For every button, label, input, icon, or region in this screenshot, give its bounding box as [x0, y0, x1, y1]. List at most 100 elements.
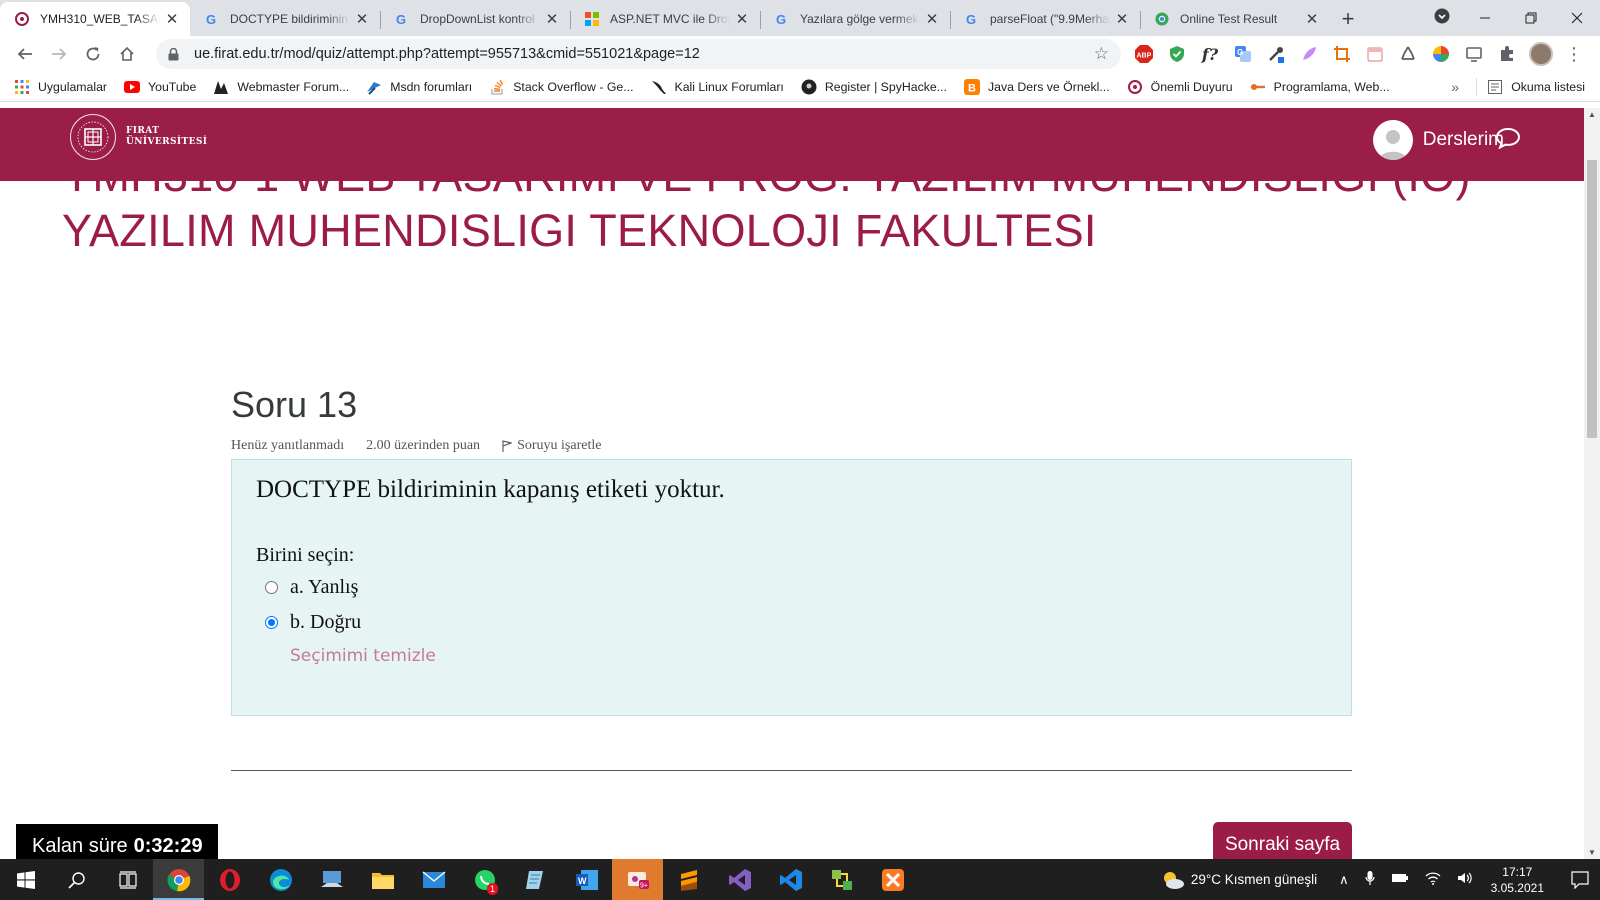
browser-menu-icon[interactable]: ⋮	[1564, 45, 1584, 63]
back-icon[interactable]	[8, 39, 42, 69]
university-logo[interactable]: FIRAT ÜNİVERSİTESİ	[70, 114, 207, 160]
sublime-icon[interactable]	[663, 859, 714, 900]
search-icon[interactable]	[51, 859, 102, 900]
bookmarks-overflow-button[interactable]: »	[1440, 79, 1470, 95]
address-bar[interactable]: ue.firat.edu.tr/mod/quiz/attempt.php?att…	[156, 39, 1121, 69]
microphone-icon[interactable]	[1365, 870, 1375, 889]
clear-choice-link[interactable]: Seçimimi temizle	[290, 646, 1327, 666]
calendar-icon[interactable]	[1364, 43, 1386, 65]
weather-widget[interactable]: 29°C Kısmen güneşli	[1161, 870, 1317, 890]
tab-search-icon[interactable]	[1422, 8, 1462, 29]
bookmark-youtube[interactable]: YouTube	[124, 79, 196, 95]
translate-icon[interactable]: G	[1232, 43, 1254, 65]
cast-icon[interactable]	[1463, 43, 1485, 65]
chrome-icon[interactable]	[153, 859, 204, 900]
tab-ymh310[interactable]: YMH310_WEB_TASARI ✕	[0, 2, 190, 36]
close-tab-icon[interactable]: ✕	[924, 10, 940, 28]
vscode-icon[interactable]	[765, 859, 816, 900]
bookmark-java[interactable]: B Java Ders ve Örnekl...	[963, 78, 1110, 95]
abp-icon[interactable]: ABP	[1133, 43, 1155, 65]
close-tab-icon[interactable]: ✕	[164, 10, 180, 28]
scroll-thumb[interactable]	[1587, 160, 1597, 438]
tab-title: Yazılara gölge vermek	[800, 12, 919, 26]
close-tab-icon[interactable]: ✕	[734, 10, 750, 28]
option-b-label[interactable]: b. Doğru	[290, 611, 361, 634]
snip-icon[interactable]: 9+	[612, 859, 663, 900]
shield-icon[interactable]	[1166, 43, 1188, 65]
whatsapp-icon[interactable]: 1	[459, 859, 510, 900]
tab-yazilara[interactable]: G Yazılara gölge vermek ✕	[760, 2, 950, 36]
radio-option-a[interactable]	[265, 581, 278, 594]
answer-option-b[interactable]: b. Doğru	[256, 608, 1327, 637]
feather-icon[interactable]	[1298, 43, 1320, 65]
radio-option-b[interactable]	[265, 616, 278, 629]
bookmark-star-icon[interactable]: ☆	[1094, 44, 1109, 64]
profile-avatar[interactable]	[1529, 42, 1553, 66]
messages-icon[interactable]	[1495, 127, 1521, 154]
answer-option-a[interactable]: a. Yanlış	[256, 573, 1327, 602]
close-tab-icon[interactable]: ✕	[1114, 10, 1130, 28]
volume-icon[interactable]	[1457, 871, 1473, 888]
network-icon[interactable]	[816, 859, 867, 900]
lock-icon[interactable]	[168, 47, 186, 61]
show-hidden-icons-icon[interactable]: ∧	[1339, 872, 1349, 888]
user-avatar[interactable]	[1372, 120, 1413, 160]
minimize-icon[interactable]	[1462, 0, 1508, 36]
formula-icon[interactable]: f?	[1199, 43, 1221, 65]
system-clock[interactable]: 17:17 3.05.2021	[1491, 864, 1544, 896]
scroll-up-icon[interactable]: ▲	[1584, 110, 1600, 119]
bookmark-programlama[interactable]: Programlama, Web...	[1250, 79, 1390, 95]
my-courses-link[interactable]: Derslerim	[1423, 129, 1504, 151]
puzzle-icon[interactable]	[1496, 43, 1518, 65]
close-tab-icon[interactable]: ✕	[1304, 10, 1320, 28]
home-icon[interactable]	[110, 39, 144, 69]
bookmark-msdn[interactable]: Msdn forumları	[366, 79, 472, 95]
forward-icon[interactable]	[42, 39, 76, 69]
programlama-icon	[1250, 79, 1266, 95]
crop-icon[interactable]	[1331, 43, 1353, 65]
opera-icon[interactable]	[204, 859, 255, 900]
word-icon[interactable]: W	[561, 859, 612, 900]
remote-desktop-icon[interactable]	[306, 859, 357, 900]
scroll-down-icon[interactable]: ▼	[1584, 848, 1600, 857]
bookmark-kali[interactable]: Kali Linux Forumları	[651, 79, 784, 95]
colorwheel-icon[interactable]	[1430, 43, 1452, 65]
tab-parsefloat[interactable]: G parseFloat ("9.9Merha ✕	[950, 2, 1140, 36]
bookmark-onemli-duyuru[interactable]: Önemli Duyuru	[1127, 79, 1233, 95]
tab-aspnet[interactable]: ASP.NET MVC ile Drop ✕	[570, 2, 760, 36]
wifi-icon[interactable]	[1425, 871, 1441, 888]
battery-icon[interactable]	[1391, 872, 1409, 887]
file-explorer-icon[interactable]	[357, 859, 408, 900]
close-tab-icon[interactable]: ✕	[544, 10, 560, 28]
flag-question-button[interactable]: Soruyu işaretle	[502, 438, 623, 454]
page-scrollbar[interactable]: ▲ ▼	[1584, 108, 1600, 859]
user-menu[interactable]: Derslerim	[1372, 120, 1504, 160]
close-window-icon[interactable]	[1554, 0, 1600, 36]
google-favicon-icon: G	[394, 11, 410, 27]
windows-start-icon[interactable]	[0, 859, 51, 900]
notification-center-icon[interactable]	[1560, 870, 1600, 889]
bookmark-spyhacker[interactable]: Register | SpyHacke...	[801, 79, 947, 95]
next-page-button[interactable]: Sonraki sayfa	[1213, 822, 1352, 859]
url-text[interactable]: ue.firat.edu.tr/mod/quiz/attempt.php?att…	[194, 46, 1094, 62]
tab-online-test[interactable]: Online Test Result ✕	[1140, 2, 1330, 36]
xampp-icon[interactable]	[867, 859, 918, 900]
close-tab-icon[interactable]: ✕	[354, 10, 370, 28]
mail-icon[interactable]	[408, 859, 459, 900]
reading-list-button[interactable]: Okuma listesi	[1487, 79, 1585, 95]
task-view-icon[interactable]	[102, 859, 153, 900]
reload-icon[interactable]	[76, 39, 110, 69]
notepad-icon[interactable]	[510, 859, 561, 900]
bookmark-webmaster[interactable]: Webmaster Forum...	[213, 79, 349, 95]
eyedropper-icon[interactable]	[1265, 43, 1287, 65]
tab-doctype[interactable]: G DOCTYPE bildiriminin ✕	[190, 2, 380, 36]
recycle-icon[interactable]	[1397, 43, 1419, 65]
new-tab-button[interactable]: +	[1330, 2, 1366, 36]
restore-icon[interactable]	[1508, 0, 1554, 36]
option-a-label[interactable]: a. Yanlış	[290, 576, 358, 599]
tab-dropdownlist[interactable]: G DropDownList kontrol ✕	[380, 2, 570, 36]
edge-icon[interactable]	[255, 859, 306, 900]
visual-studio-icon[interactable]	[714, 859, 765, 900]
bookmark-stackoverflow[interactable]: Stack Overflow - Ge...	[489, 79, 634, 95]
bookmark-apps[interactable]: Uygulamalar	[14, 79, 107, 95]
